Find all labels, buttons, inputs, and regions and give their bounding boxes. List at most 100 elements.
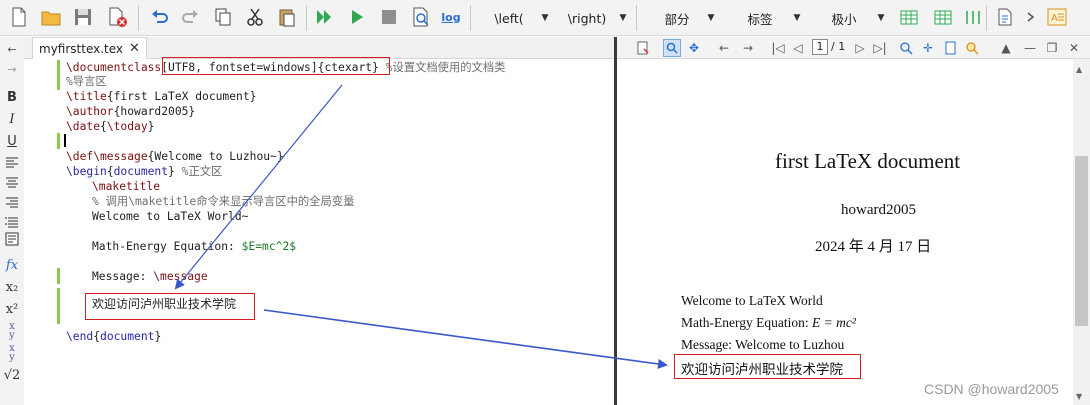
close-file-icon[interactable] (104, 4, 130, 30)
chevron-down-icon: ▼ (877, 13, 885, 23)
align-left-icon[interactable] (2, 153, 22, 173)
doc-welcome-line: Welcome to LaTeX World (681, 293, 823, 308)
forward-arrow-icon[interactable]: → (2, 59, 22, 79)
new-file-icon[interactable] (6, 4, 32, 30)
build-and-view-icon[interactable] (312, 4, 338, 30)
italic-button[interactable]: I (2, 109, 22, 129)
code-line: %导言区 (66, 75, 107, 88)
align-center-icon[interactable] (2, 173, 22, 193)
stop-icon[interactable] (376, 4, 402, 30)
svg-text:A: A (1051, 13, 1058, 24)
undo-icon[interactable] (146, 4, 172, 30)
line-gutter: ▼ (24, 59, 74, 405)
first-page-icon[interactable]: |◁ (769, 39, 787, 57)
pan-tool-icon[interactable]: ✥ (685, 39, 703, 57)
minimize-icon[interactable]: — (1021, 39, 1039, 57)
code-line: \title{first LaTeX document} (66, 90, 257, 103)
chevron-down-icon: ▼ (793, 13, 801, 23)
copy-icon[interactable] (210, 4, 236, 30)
scroll-down-icon[interactable]: ▼ (1076, 392, 1082, 401)
sqrt-button[interactable]: √2 (2, 365, 22, 385)
back-arrow-icon[interactable]: ← (2, 39, 22, 59)
bold-button[interactable]: B (2, 87, 22, 107)
superscript-button[interactable]: x² (2, 299, 22, 319)
left-delimiter-dropdown[interactable]: \left( ▼ (478, 5, 550, 31)
dfrac-icon[interactable]: xy (2, 343, 22, 363)
chinese-line-highlight-box (85, 293, 255, 320)
doc-date: 2024 年 4 月 17 日 (815, 239, 932, 255)
open-folder-icon[interactable] (38, 4, 64, 30)
code-line: \end{document} (66, 330, 162, 343)
subscript-button[interactable]: x₂ (2, 277, 22, 297)
view-log-icon[interactable]: log (438, 4, 464, 30)
close-tab-icon[interactable]: ✕ (129, 41, 140, 56)
page-number-input[interactable]: 1 (812, 39, 828, 55)
doc-author: howard2005 (841, 202, 916, 218)
next-page-icon[interactable]: ▷ (851, 39, 869, 57)
back-icon[interactable]: ← (715, 39, 733, 57)
forward-icon[interactable]: → (739, 39, 757, 57)
doc-equation-line: Math-Energy Equation: E = mc² (681, 315, 856, 330)
close-viewer-icon[interactable]: ✕ (1065, 39, 1083, 57)
documentclass-highlight-box (162, 57, 390, 75)
function-button[interactable]: fx (2, 255, 22, 275)
align-right-icon[interactable] (2, 193, 22, 213)
doc-message-line: Message: Welcome to Luzhou (681, 337, 845, 352)
pdf-viewer-toolbar: ✥ ← → |◁ ◁ ▷ ▷| ✛ ▲ — ❐ ✕ (617, 37, 1090, 59)
code-line: Welcome to LaTeX World~ (92, 210, 249, 223)
last-page-icon[interactable]: ▷| (871, 39, 889, 57)
underline-button[interactable]: U (2, 131, 22, 151)
code-line: \date{\today} (66, 120, 155, 133)
code-line: % 调用\maketitle命令来显示导言区中的全局变量 (92, 195, 355, 208)
tab-myfirsttex[interactable]: myfirsttex.tex ✕ (32, 37, 147, 59)
table-icon[interactable] (896, 4, 922, 30)
collapse-icon[interactable]: ▲ (997, 39, 1015, 57)
zoom-in-icon[interactable] (897, 39, 915, 57)
compile-icon[interactable] (344, 4, 370, 30)
text-style-icon[interactable]: A (1044, 4, 1070, 30)
code-line: \def\message{Welcome to Luzhou~} (66, 150, 284, 163)
zoom-tool-icon[interactable] (663, 39, 681, 57)
references-dropdown[interactable]: 标签 ▼ (728, 5, 802, 31)
magnifier-icon[interactable] (963, 39, 981, 57)
fraction-icon[interactable]: xy (2, 321, 22, 341)
sectioning-dropdown[interactable]: 部分 ▼ (648, 5, 716, 31)
sync-icon[interactable] (634, 39, 652, 57)
doc-title: first LaTeX document (775, 149, 961, 173)
fit-page-icon[interactable] (941, 39, 959, 57)
right-delimiter-dropdown[interactable]: \right) ▼ (556, 5, 628, 31)
view-pdf-icon[interactable] (408, 4, 434, 30)
window-icon[interactable]: ❐ (1043, 39, 1061, 57)
table-col-icon[interactable] (960, 4, 986, 30)
editor-tab-bar: myfirsttex.tex ✕ (24, 37, 614, 59)
watermark: CSDN @howard2005 (924, 381, 1059, 397)
tab-label: myfirsttex.tex (39, 41, 124, 56)
chevron-down-icon: ▼ (619, 13, 627, 23)
redo-icon[interactable] (178, 4, 204, 30)
scroll-up-icon[interactable]: ▲ (1076, 65, 1082, 74)
main-toolbar: log \left( ▼ \right) ▼ 部分 ▼ 标签 ▼ 极小 ▼ A (0, 0, 1090, 36)
cut-icon[interactable] (242, 4, 268, 30)
page-total: / 1 (831, 40, 846, 53)
prev-page-icon[interactable]: ◁ (789, 39, 807, 57)
scrollbar-thumb[interactable] (1075, 156, 1088, 326)
box-icon[interactable] (2, 229, 22, 249)
code-line: Math-Energy Equation: $E=mc^2$ (92, 240, 297, 253)
chevron-down-icon: ▼ (707, 13, 715, 23)
code-line: Message: \message (92, 270, 208, 283)
code-line: \author{howard2005} (66, 105, 196, 118)
paste-icon[interactable] (274, 4, 300, 30)
table-insert-icon[interactable] (930, 4, 956, 30)
fit-width-icon[interactable]: ✛ (919, 39, 937, 57)
output-highlight-box (674, 354, 861, 379)
code-line: \begin{document} %正文区 (66, 165, 223, 178)
code-editor[interactable]: \documentclass[UTF8, fontset=windows]{ct… (60, 59, 614, 405)
size-dropdown[interactable]: 极小 ▼ (812, 5, 886, 31)
code-line: \maketitle (92, 180, 161, 193)
format-sidebar: ← → B I U fx x₂ x² xy xy √2 (0, 37, 24, 405)
structure-icon[interactable] (992, 4, 1018, 30)
text-cursor (64, 134, 66, 147)
expand-icon[interactable] (1018, 4, 1044, 30)
chevron-down-icon: ▼ (541, 13, 549, 23)
save-icon[interactable] (70, 4, 96, 30)
